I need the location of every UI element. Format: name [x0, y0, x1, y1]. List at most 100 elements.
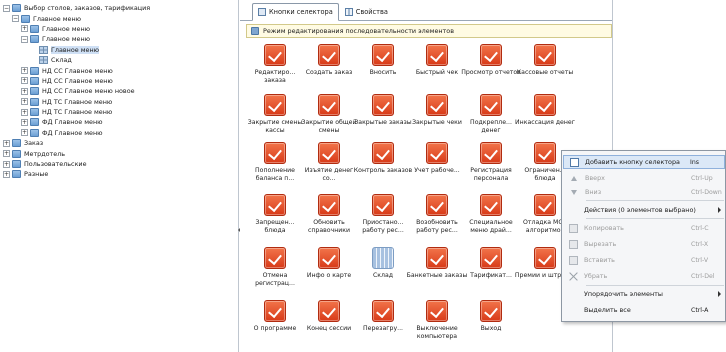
- menu-item-select-all[interactable]: Выделить все Ctrl-A: [563, 303, 725, 317]
- tree-node[interactable]: − Главное меню: [0, 13, 238, 23]
- expand-icon[interactable]: +: [21, 67, 28, 75]
- menu-item-cut[interactable]: Вырезать Ctrl-X: [563, 237, 725, 251]
- tree-node[interactable]: + НД СС Главное меню новое: [0, 86, 238, 96]
- tree-node[interactable]: + Заказ: [0, 138, 238, 148]
- tree-node-label: Пользовательские: [24, 160, 87, 169]
- selector-button[interactable]: Закрытые чеки: [410, 94, 464, 136]
- checkmark-button-icon: [534, 247, 556, 269]
- tree-node[interactable]: Склад: [0, 55, 238, 65]
- selector-button[interactable]: Обновить справочники: [302, 194, 356, 236]
- tree-node-label: НД СС Главное меню: [42, 76, 113, 85]
- selector-button[interactable]: Банкетные заказы: [407, 247, 467, 289]
- selector-button[interactable]: Быстрый чек: [410, 44, 464, 86]
- selector-button[interactable]: Создать заказ: [302, 44, 356, 86]
- arrow-up-icon: [571, 175, 577, 181]
- selector-button[interactable]: Приостано... работу рес...: [356, 194, 410, 236]
- expand-icon[interactable]: +: [3, 139, 10, 147]
- selector-button[interactable]: Кассовые отчеты: [517, 44, 573, 86]
- expand-icon[interactable]: +: [3, 150, 10, 158]
- menu-item-shortcut: Ctrl-Del: [691, 272, 715, 280]
- selector-button[interactable]: Запрещен... блюда: [248, 194, 302, 236]
- tree-node[interactable]: − Главное меню: [0, 34, 238, 44]
- selector-button-label: Инкассация денег: [515, 119, 575, 126]
- selector-button[interactable]: Регистрация персонала: [464, 142, 518, 184]
- tree-node[interactable]: + Главное меню: [0, 24, 238, 34]
- selector-button[interactable]: Закрытые заказы: [354, 94, 412, 136]
- tree-node[interactable]: + ФД Главное меню: [0, 117, 238, 127]
- checkmark-button-icon: [318, 94, 340, 116]
- selector-button[interactable]: Подкрепле... денег: [464, 94, 518, 136]
- selector-button[interactable]: Специальное меню драй...: [464, 194, 518, 236]
- tree-node[interactable]: + НД ТС Главное меню: [0, 97, 238, 107]
- tree-node[interactable]: + Разные: [0, 169, 238, 179]
- menu-item-arrange[interactable]: Упорядочить элементы: [563, 287, 725, 301]
- tree-node[interactable]: + НД СС Главное меню: [0, 65, 238, 75]
- selector-button[interactable]: Вносить: [356, 44, 410, 86]
- tree-node[interactable]: + ФД Главное меню: [0, 128, 238, 138]
- selector-button[interactable]: Склад: [356, 247, 410, 289]
- menu-item-actions[interactable]: Действия (0 элементов выбрано): [563, 203, 725, 217]
- selector-button[interactable]: Инкассация денег: [515, 94, 575, 136]
- menu-item-copy[interactable]: Копировать Ctrl-C: [563, 221, 725, 235]
- menu-item-add-button[interactable]: Добавить кнопку селектора Ins: [563, 155, 725, 169]
- expand-icon[interactable]: +: [21, 108, 28, 116]
- selector-button[interactable]: Контроль заказов: [354, 142, 412, 184]
- selector-button[interactable]: Учет рабоче...: [410, 142, 464, 184]
- selector-button[interactable]: Инфо о карте: [302, 247, 356, 289]
- menu-item-move-down[interactable]: Вниз Ctrl-Down: [563, 185, 725, 199]
- expand-icon[interactable]: +: [3, 170, 10, 178]
- menu-item-remove[interactable]: Убрать Ctrl-Del: [563, 269, 725, 283]
- tab-properties[interactable]: Свойства: [339, 3, 394, 21]
- menu-icon-spacer: [569, 206, 578, 215]
- selector-button[interactable]: Конец сессии: [302, 300, 356, 342]
- selector-button[interactable]: О программе: [248, 300, 302, 342]
- selector-button[interactable]: Изъятие денег со...: [302, 142, 356, 184]
- selector-button[interactable]: Пополнение баланса п...: [248, 142, 302, 184]
- folder-icon: [12, 4, 21, 13]
- menu-separator: [586, 285, 724, 286]
- checkmark-button-icon: [426, 94, 448, 116]
- expand-icon[interactable]: +: [21, 25, 28, 33]
- selector-button-label: Банкетные заказы: [406, 272, 468, 279]
- selector-button[interactable]: Тарификат...: [464, 247, 518, 289]
- expand-icon[interactable]: +: [21, 87, 28, 95]
- selector-button[interactable]: Возобновить работу рес...: [410, 194, 464, 236]
- menu-item-label: Вниз: [585, 188, 602, 196]
- selector-button-label: Вносить: [369, 69, 397, 76]
- tree-node[interactable]: + НД ТС Главное меню: [0, 107, 238, 117]
- tree-node[interactable]: + Пользовательские: [0, 159, 238, 169]
- selector-button[interactable]: Просмотр отчетов: [461, 44, 521, 86]
- tab-selector-buttons[interactable]: Кнопки селектора: [252, 3, 339, 21]
- selector-button[interactable]: Закрытие общей смены: [302, 94, 356, 136]
- tree-node[interactable]: + НД СС Главное меню: [0, 76, 238, 86]
- buttons-tab-icon: [258, 8, 266, 16]
- menu-item-paste[interactable]: Вставить Ctrl-V: [563, 253, 725, 267]
- checkmark-button-icon: [318, 194, 340, 216]
- selector-button[interactable]: Редактиро... заказа: [248, 44, 302, 86]
- tree-node-label: Заказ: [24, 139, 44, 148]
- menu-item-shortcut: Ctrl-X: [691, 240, 709, 248]
- selector-editor-window: − Выбор столов, заказов, тарификация − Глав…: [0, 0, 726, 352]
- arrow-down-icon: [571, 189, 577, 195]
- selector-button[interactable]: Перезагру...: [356, 300, 410, 342]
- menu-item-move-up[interactable]: Вверх Ctrl-Up: [563, 171, 725, 185]
- selector-button[interactable]: Выключение компьютера: [410, 300, 464, 342]
- menu-item-label: Копировать: [584, 224, 624, 232]
- submenu-arrow-icon: [718, 291, 721, 297]
- expand-icon[interactable]: +: [21, 129, 28, 137]
- collapse-icon[interactable]: −: [3, 4, 10, 12]
- tree-node[interactable]: Главное меню: [0, 45, 238, 55]
- menu-item-shortcut: Ctrl-Down: [691, 188, 722, 196]
- expand-icon[interactable]: +: [3, 160, 10, 168]
- expand-icon[interactable]: +: [21, 77, 28, 85]
- selector-button[interactable]: Отмена регистрац...: [248, 247, 302, 289]
- collapse-icon[interactable]: −: [12, 15, 19, 23]
- selector-button[interactable]: Выход: [464, 300, 518, 342]
- selector-button-label: Тарификат...: [470, 272, 512, 279]
- collapse-icon[interactable]: −: [21, 35, 28, 43]
- selector-button[interactable]: Закрытие смены кассы: [248, 94, 302, 136]
- tree-node[interactable]: + Метрдотель: [0, 148, 238, 158]
- tree-node[interactable]: − Выбор столов, заказов, тарификация: [0, 3, 238, 13]
- expand-icon[interactable]: +: [21, 98, 28, 106]
- expand-icon[interactable]: +: [21, 118, 28, 126]
